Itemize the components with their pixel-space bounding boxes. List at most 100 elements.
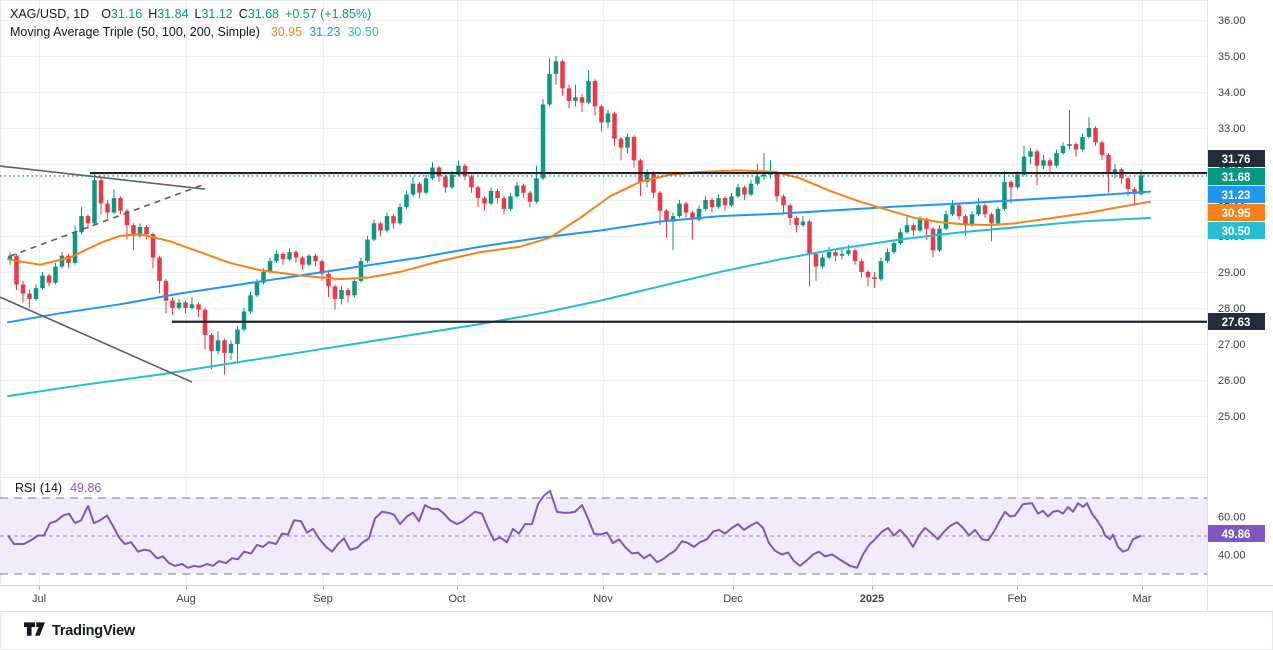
chart-legend: XAG/USD, 1DO31.16H31.84L31.12C31.68+0.57…: [10, 5, 379, 41]
candle: [326, 274, 331, 287]
brand-text: TradingView: [52, 623, 135, 639]
candle: [105, 204, 110, 213]
candle: [521, 186, 526, 193]
candle: [528, 193, 533, 202]
candle: [547, 74, 552, 105]
ma100-value: 31.23: [309, 25, 340, 39]
candle: [391, 216, 396, 223]
candle: [853, 250, 858, 261]
price-badge-label: 31.76: [1222, 154, 1251, 166]
candle: [183, 303, 188, 308]
candle: [1093, 128, 1098, 142]
ohlc-low-value: 31.12: [201, 7, 232, 21]
ohlc-close: C31.68: [239, 7, 279, 21]
symbol-row: XAG/USD, 1DO31.16H31.84L31.12C31.68+0.57…: [10, 5, 379, 23]
candle: [177, 303, 182, 308]
price-axis-label: 34.00: [1218, 87, 1246, 99]
price-axis-label: 36.00: [1218, 15, 1246, 27]
tradingview-logo[interactable]: TradingView: [24, 622, 135, 639]
candle: [1028, 151, 1033, 156]
candle: [788, 205, 793, 218]
candle: [677, 204, 682, 217]
rsi-label[interactable]: RSI: [15, 481, 36, 495]
candle: [495, 191, 500, 198]
candle: [1054, 153, 1059, 166]
candle: [1126, 178, 1131, 189]
rsi-axis-label: 60.00: [1218, 512, 1246, 524]
ohlc-open-value: 31.16: [111, 7, 142, 21]
candle: [554, 61, 559, 74]
candle: [625, 137, 630, 148]
candle: [385, 216, 390, 230]
candle: [586, 81, 591, 103]
candle: [827, 252, 832, 257]
candle: [885, 252, 890, 261]
candle: [27, 294, 32, 299]
candle: [950, 205, 955, 214]
candle: [1041, 160, 1046, 165]
candle: [53, 267, 58, 283]
candle: [157, 258, 162, 281]
candle: [222, 340, 227, 353]
candle: [892, 243, 897, 252]
candle: [40, 276, 45, 289]
candle: [1100, 142, 1105, 155]
time-axis-label: 2025: [860, 593, 884, 605]
candle: [638, 160, 643, 182]
candle: [411, 184, 416, 195]
candle: [502, 198, 507, 209]
candle: [372, 223, 377, 239]
candles[interactable]: [8, 56, 1144, 375]
candle: [742, 187, 747, 194]
candle: [970, 214, 975, 225]
candle: [866, 272, 871, 277]
rsi-legend: RSI (14) 49.86: [15, 481, 101, 495]
price-axis-label: 33.00: [1218, 123, 1246, 135]
candle: [911, 225, 916, 230]
ma-indicator-row: Moving Average Triple (50, 100, 200, Sim…: [10, 23, 379, 41]
price-badge-label: 49.86: [1222, 529, 1251, 541]
candle: [859, 261, 864, 272]
time-axis-label: Oct: [448, 593, 465, 605]
candle: [307, 256, 312, 265]
symbol-title[interactable]: XAG/USD, 1D: [10, 7, 89, 21]
candle: [489, 191, 494, 204]
candle: [560, 61, 565, 88]
ohlc-close-value: 31.68: [248, 7, 279, 21]
candle: [333, 286, 338, 299]
candle: [274, 254, 279, 261]
candle: [580, 97, 585, 102]
candle: [21, 285, 26, 294]
tradingview-icon: [24, 622, 45, 639]
rsi-value: 49.86: [70, 481, 101, 495]
chart-canvas[interactable]: 36.0035.0034.0033.0032.0031.0030.0029.00…: [0, 0, 1273, 650]
candle: [443, 177, 448, 188]
candle: [339, 290, 344, 299]
rsi-params: (14): [40, 481, 62, 495]
candle: [1009, 182, 1014, 187]
candle: [1067, 144, 1072, 146]
candle: [1061, 146, 1066, 153]
candle: [937, 229, 942, 251]
candle: [235, 330, 240, 344]
candle: [820, 258, 825, 267]
candle: [957, 205, 962, 216]
candle: [807, 222, 812, 254]
candle: [723, 198, 728, 205]
candle: [294, 252, 299, 257]
candle: [619, 139, 624, 148]
candle: [612, 114, 617, 139]
price-axis-label: 27.00: [1218, 339, 1246, 351]
candle: [417, 184, 422, 193]
candle: [905, 225, 910, 232]
candle: [1002, 182, 1007, 209]
candle: [469, 177, 474, 188]
candle: [482, 198, 487, 203]
candle: [287, 252, 292, 259]
ohlc-close-key: C: [239, 7, 248, 21]
candle: [632, 137, 637, 160]
candle: [300, 258, 305, 265]
ma-indicator-label[interactable]: Moving Average Triple (50, 100, 200, Sim…: [10, 25, 260, 39]
tradingview-chart-widget: 36.0035.0034.0033.0032.0031.0030.0029.00…: [0, 0, 1273, 650]
candle: [112, 198, 117, 212]
